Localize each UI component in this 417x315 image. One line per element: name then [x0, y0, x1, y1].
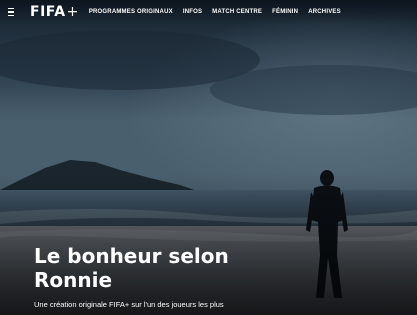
fifa-plus-logo[interactable]: FIFA+ — [30, 5, 79, 19]
logo-text: FIFA — [30, 4, 66, 20]
nav-links: PROGRAMMES ORIGINAUX INFOS MATCH CENTRE … — [89, 9, 341, 15]
logo-plus: + — [66, 4, 79, 20]
hero-subtitle: Une création originale FIFA+ sur l'un de… — [34, 300, 224, 309]
nav-link-match-centre[interactable]: MATCH CENTRE — [212, 9, 262, 15]
hero-title-line-2: Ronnie — [34, 268, 113, 292]
page: FIFA+ PROGRAMMES ORIGINAUX INFOS MATCH C… — [0, 0, 417, 315]
hamburger-menu-icon[interactable] — [8, 5, 22, 19]
nav-link-archives[interactable]: ARCHIVES — [308, 9, 341, 15]
nav-link-infos[interactable]: INFOS — [183, 9, 202, 15]
hero-title-line-1: Le bonheur selon — [34, 244, 229, 268]
nav-link-programmes-originaux[interactable]: PROGRAMMES ORIGINAUX — [89, 9, 173, 15]
top-navigation: FIFA+ PROGRAMMES ORIGINAUX INFOS MATCH C… — [0, 0, 417, 24]
hero-title: Le bonheur selon Ronnie — [34, 244, 354, 292]
nav-link-feminin[interactable]: FÉMININ — [272, 9, 298, 15]
